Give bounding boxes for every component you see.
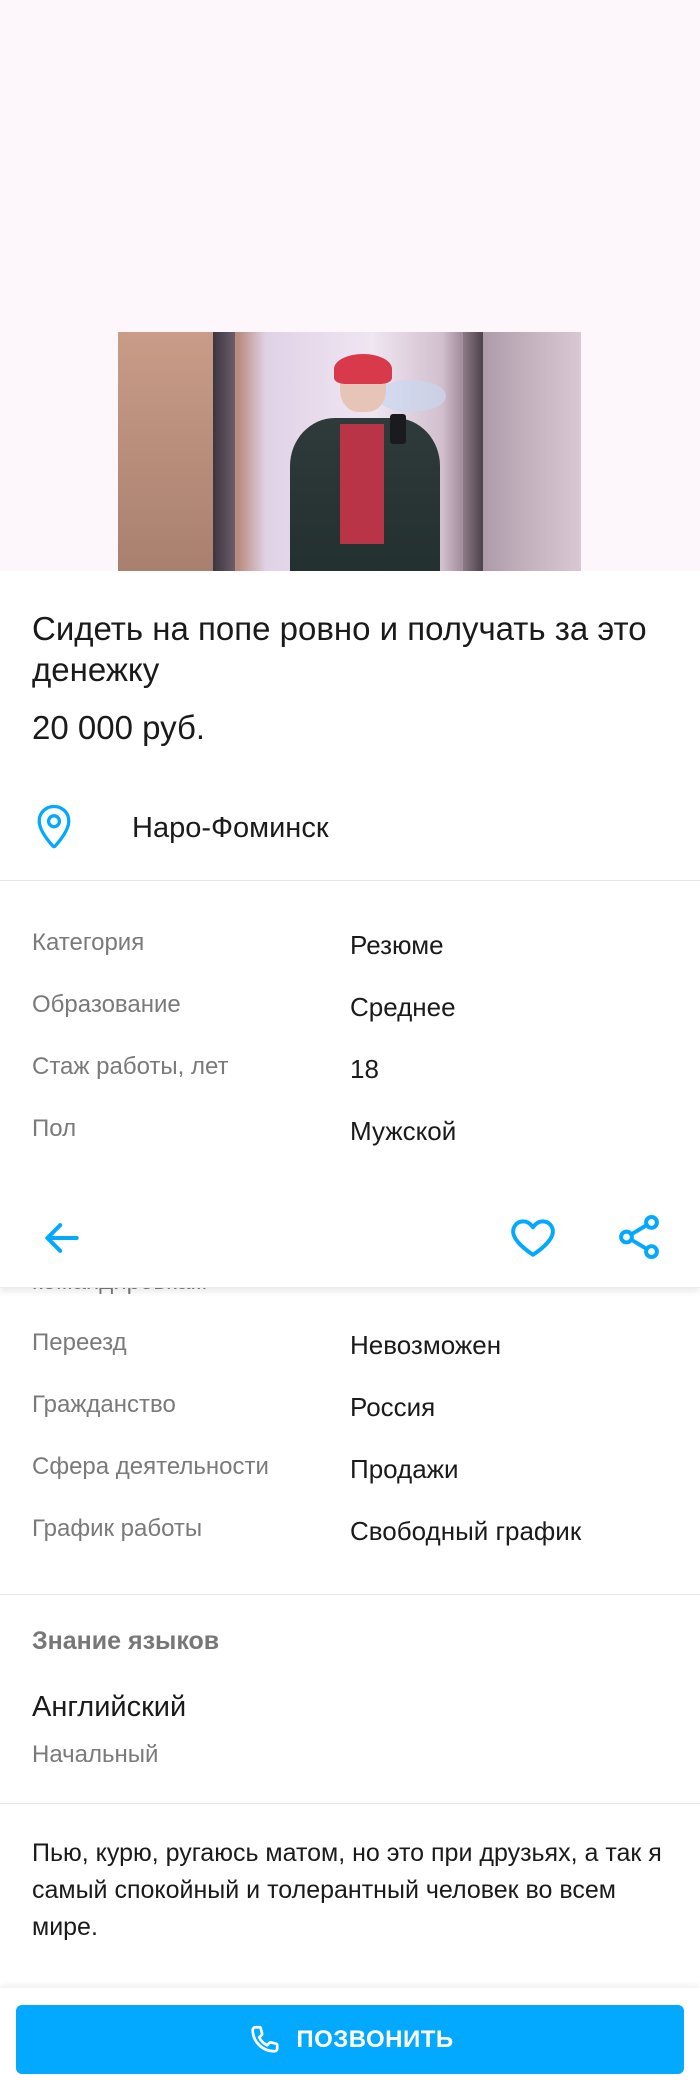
property-row: График работы Свободный график [0,1511,700,1551]
property-row: Стаж работы, лет 18 [0,1049,700,1089]
divider [0,880,700,881]
property-value: Резюме [350,930,444,960]
property-label: Гражданство [32,1391,176,1418]
property-label: График работы [32,1515,203,1542]
map-pin-icon [37,804,71,849]
language-name: Английский [32,1691,187,1723]
property-label: Образование [32,991,181,1018]
property-label: Сфера деятельности [32,1453,269,1480]
property-value: Мужской [350,1116,457,1146]
listing-title: Сидеть на попе ровно и получать за это д… [32,610,647,688]
property-label: Категория [32,929,145,956]
property-label: Переезд [32,1329,127,1356]
arrow-left-icon[interactable] [40,1216,84,1260]
property-row: Гражданство Россия [0,1387,700,1427]
photo-gallery[interactable] [0,0,700,571]
property-value: Среднее [350,992,456,1022]
listing-photo[interactable] [118,332,581,571]
property-value: Россия [350,1392,436,1422]
listing-price: 20 000 руб. [32,709,206,746]
languages-heading: Знание языков [32,1627,220,1655]
property-row: Категория Резюме [0,925,700,965]
property-label: Пол [32,1115,77,1142]
property-row: Пол Мужской [0,1111,700,1151]
bottom-bar: ПОЗВОНИТЬ [0,1988,700,2091]
property-label: Стаж работы, лет [32,1053,229,1080]
action-bar [0,1188,700,1288]
property-value: Продажи [350,1454,459,1484]
property-row: Образование Среднее [0,987,700,1027]
phone-icon [251,2025,279,2053]
location-city: Наро-Фоминск [132,812,329,844]
location-row[interactable]: Наро-Фоминск [0,788,700,860]
property-row: Сфера деятельности Продажи [0,1449,700,1489]
property-row: Переезд Невозможен [0,1325,700,1365]
language-level: Начальный [32,1741,159,1768]
property-value: Невозможен [350,1330,502,1360]
divider [0,1803,700,1804]
listing-page: Сидеть на попе ровно и получать за это д… [0,0,700,2091]
property-value: Свободный график [350,1516,582,1546]
call-button-label: ПОЗВОНИТЬ [296,2025,454,2053]
divider [0,1594,700,1595]
share-icon[interactable] [614,1212,664,1262]
listing-description: Пью, курю, ругаюсь матом, но это при дру… [32,1839,662,1941]
heart-icon[interactable] [508,1212,558,1262]
call-button[interactable]: ПОЗВОНИТЬ [16,2005,684,2074]
property-value: 18 [350,1054,379,1084]
